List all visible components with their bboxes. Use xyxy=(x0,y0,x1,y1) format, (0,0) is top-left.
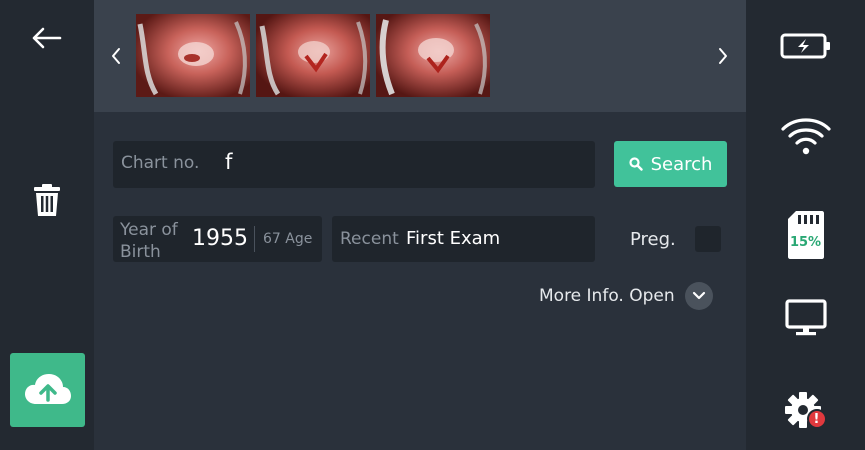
more-info-label: More Info. Open xyxy=(539,286,675,306)
trash-icon xyxy=(34,184,60,216)
sd-card-percent: 15% xyxy=(789,235,822,250)
thumbnail-strip xyxy=(94,0,746,112)
year-of-birth-value[interactable]: 1955 xyxy=(192,226,248,251)
thumbnail-image[interactable] xyxy=(136,14,250,97)
chart-no-input[interactable]: Chart no. f xyxy=(113,141,595,188)
thumbnail-next-button[interactable] xyxy=(711,40,735,72)
divider xyxy=(254,226,255,252)
arrow-left-icon xyxy=(32,27,62,49)
display-status[interactable] xyxy=(746,296,865,340)
more-info-toggle[interactable]: More Info. Open xyxy=(539,282,713,310)
pregnancy-checkbox[interactable] xyxy=(695,226,721,252)
left-sidebar xyxy=(0,0,94,450)
chevron-down-icon xyxy=(684,282,713,310)
recent-exam-field[interactable]: Recent First Exam xyxy=(332,216,595,262)
search-label: Search xyxy=(650,153,713,175)
storage-status[interactable]: 15% xyxy=(746,208,865,262)
battery-charging-icon xyxy=(780,33,830,59)
year-of-birth-label: Year of Birth xyxy=(120,220,178,262)
search-icon xyxy=(628,157,643,171)
back-button[interactable] xyxy=(26,22,66,54)
search-button[interactable]: Search xyxy=(614,141,727,187)
chart-no-value[interactable]: f xyxy=(225,150,232,174)
settings-alert-badge: ! xyxy=(806,409,827,429)
patient-form: Chart no. f Search Year of Birth 1955 67… xyxy=(94,112,746,450)
settings-button[interactable]: ! xyxy=(746,388,865,434)
chevron-left-icon xyxy=(112,48,120,64)
chart-no-label: Chart no. xyxy=(121,153,200,173)
thumbnail-image[interactable] xyxy=(376,14,490,97)
recent-label: Recent xyxy=(340,229,399,249)
wifi-icon xyxy=(780,118,831,155)
year-of-birth-field[interactable]: Year of Birth 1955 67 Age xyxy=(113,216,322,262)
thumbnail-prev-button[interactable] xyxy=(104,40,128,72)
pregnancy-label: Preg. xyxy=(630,229,676,250)
age-value: 67 Age xyxy=(263,231,313,247)
recent-value: First Exam xyxy=(406,228,501,249)
chevron-right-icon xyxy=(719,48,727,64)
monitor-icon xyxy=(784,299,827,336)
delete-button[interactable] xyxy=(28,180,66,220)
status-sidebar: 15% ! xyxy=(746,0,865,450)
thumbnail-image[interactable] xyxy=(256,14,370,97)
alert-icon: ! xyxy=(813,411,820,427)
cloud-upload-icon xyxy=(24,374,71,404)
battery-status xyxy=(746,28,865,64)
wifi-status[interactable] xyxy=(746,112,865,160)
upload-button[interactable] xyxy=(10,353,85,427)
